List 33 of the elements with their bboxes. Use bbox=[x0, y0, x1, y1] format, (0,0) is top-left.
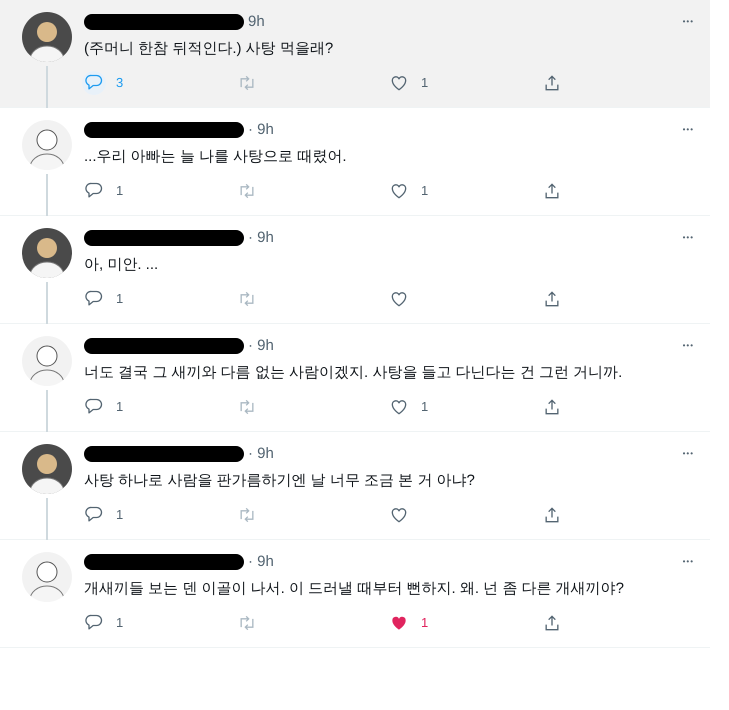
action-count: 1 bbox=[116, 506, 124, 524]
heart-icon[interactable] bbox=[389, 397, 409, 417]
action-count: 3 bbox=[116, 74, 124, 92]
timestamp[interactable]: · 9h bbox=[248, 550, 274, 574]
heart-icon[interactable] bbox=[389, 73, 409, 93]
heart-icon[interactable] bbox=[389, 505, 409, 525]
tweet-text: 너도 결국 그 새끼와 다름 없는 사람이겠지. 사탕을 들고 다닌다는 건 그런 거니까. bbox=[84, 363, 624, 383]
more-button[interactable]: ••• bbox=[682, 18, 694, 26]
heart-icon[interactable] bbox=[389, 289, 409, 309]
timestamp[interactable]: · 9h bbox=[248, 442, 274, 466]
tweet-text: 개새끼들 보는 덴 이골이 나서. 이 드러낼 때부터 뻔하지. 왜. 넌 좀 다른 개새끼야? bbox=[84, 579, 626, 599]
timestamp[interactable]: · 9h bbox=[248, 118, 274, 142]
timestamp[interactable]: 9h bbox=[248, 10, 265, 34]
tweet-text: 아, 미안. ... bbox=[84, 255, 160, 275]
action-count: 1 bbox=[421, 398, 428, 416]
more-button[interactable]: ••• bbox=[682, 558, 694, 566]
action-count: 1 bbox=[116, 290, 124, 308]
action-count: 1 bbox=[421, 614, 428, 632]
action-count: 1 bbox=[421, 74, 428, 92]
more-button[interactable]: ••• bbox=[682, 126, 694, 134]
action-count: 1 bbox=[116, 614, 124, 632]
timestamp[interactable]: · 9h bbox=[248, 226, 274, 250]
more-button[interactable]: ••• bbox=[682, 450, 694, 458]
tweet-text: 사탕 하나로 사람을 판가름하기엔 날 너무 조금 본 거 아냐? bbox=[84, 471, 476, 491]
action-count: 1 bbox=[116, 398, 124, 416]
tweet-text: (주머니 한참 뒤적인다.) 사탕 먹을래? bbox=[84, 39, 334, 59]
heart-icon[interactable] bbox=[389, 181, 409, 201]
more-button[interactable]: ••• bbox=[682, 234, 694, 242]
action-count: 1 bbox=[116, 182, 124, 200]
tweet-text: ...우리 아빠는 늘 나를 사탕으로 때렸어. bbox=[84, 147, 348, 167]
timestamp[interactable]: · 9h bbox=[248, 334, 274, 358]
action-count: 1 bbox=[421, 182, 428, 200]
more-button[interactable]: ••• bbox=[682, 342, 694, 350]
